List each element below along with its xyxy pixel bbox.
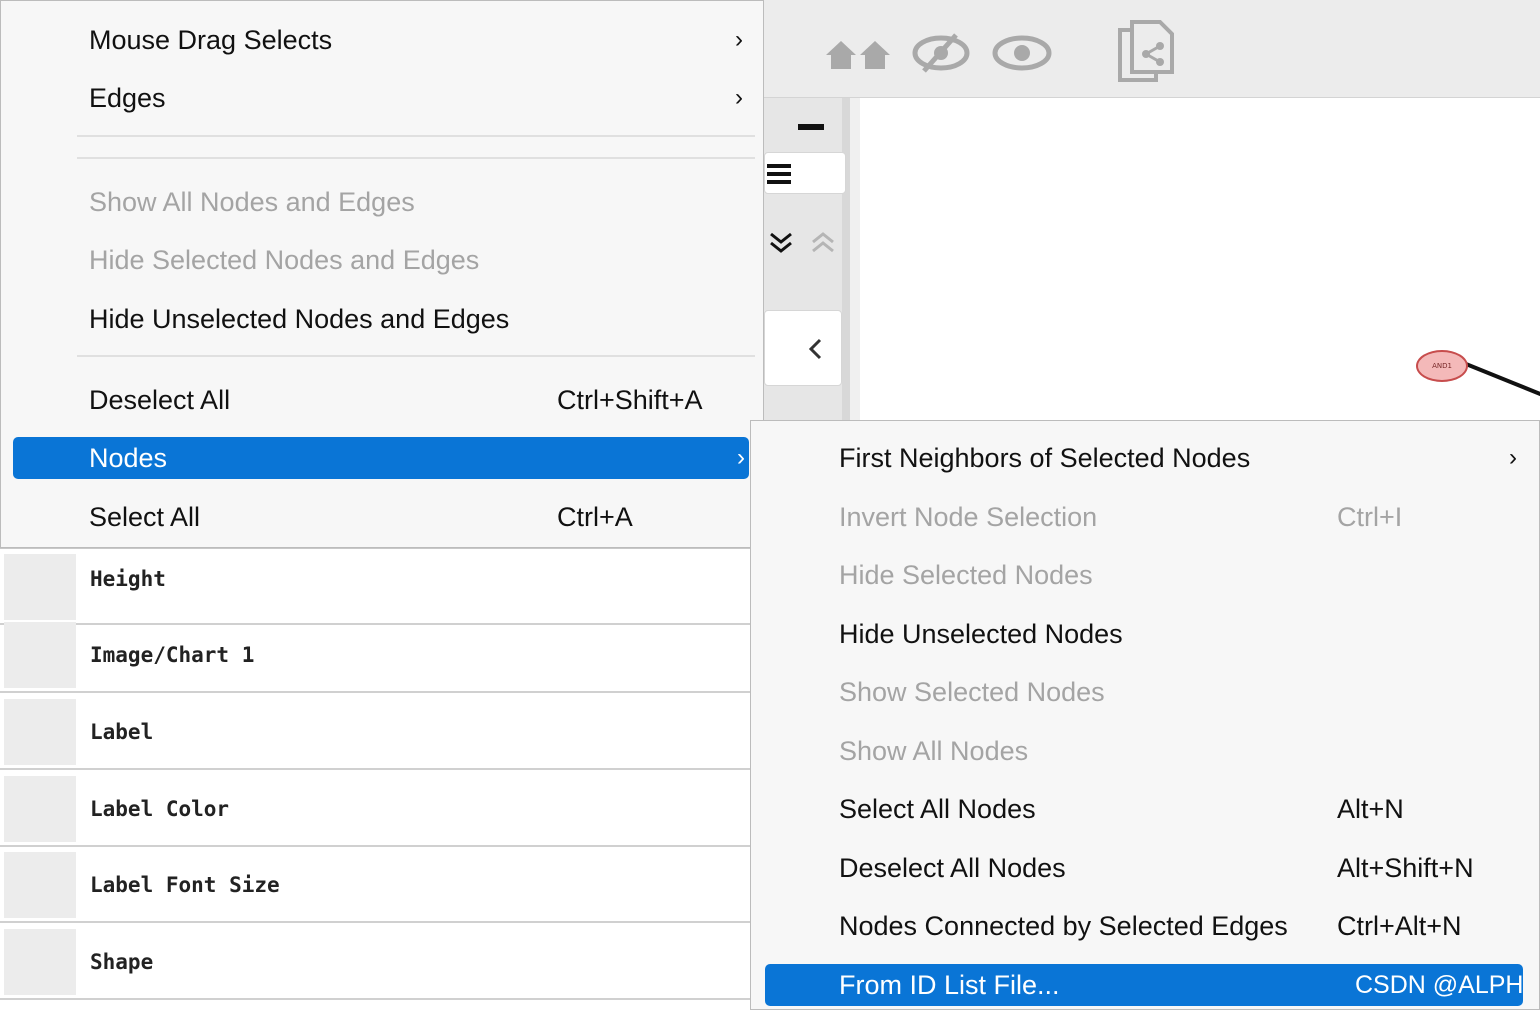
shortcut-text: Ctrl+Shift+A [557, 385, 703, 415]
network-edge[interactable] [1465, 362, 1540, 400]
chevron-right-icon: › [735, 26, 743, 53]
menu-item-first-neighbors[interactable]: First Neighbors of Selected Nodes › [751, 437, 1539, 479]
menu-separator [77, 157, 755, 159]
menu-item-show-selected-nodes[interactable]: Show Selected Nodes [751, 671, 1539, 713]
property-swatch[interactable] [4, 776, 76, 842]
property-swatch[interactable] [4, 929, 76, 995]
property-swatch[interactable] [4, 852, 76, 918]
property-swatch[interactable] [4, 554, 76, 620]
shortcut-text: Ctrl+I [1337, 502, 1403, 532]
property-name: Label [90, 720, 154, 744]
menu-separator [77, 135, 755, 137]
network-node[interactable]: AND1 [1416, 350, 1468, 382]
menu-item-hide-unselected-nodes[interactable]: Hide Unselected Nodes [751, 613, 1539, 655]
chevron-double-down-icon[interactable] [768, 230, 794, 256]
shortcut-text: Alt+N [1337, 794, 1404, 824]
hamburger-icon [767, 164, 791, 184]
menu-item-hide-selected-nodes-and-edges[interactable]: Hide Selected Nodes and Edges [1, 239, 763, 281]
menu-item-invert-node-selection[interactable]: Invert Node Selection Ctrl+I [751, 496, 1539, 538]
menu-item-select-all-nodes[interactable]: Select All Nodes Alt+N [751, 788, 1539, 830]
menu-separator [77, 355, 755, 357]
menu-item-from-id-list-file[interactable]: From ID List File... CSDN @ALPH [765, 964, 1523, 1006]
menu-item-edges[interactable]: Edges › [1, 77, 763, 119]
menu-item-select-all[interactable]: Select All Ctrl+A [1, 496, 763, 538]
watermark-text: CSDN @ALPH [1355, 971, 1524, 999]
style-properties-panel: Height Image/Chart 1 Label Label Color L… [0, 548, 750, 1010]
property-name: Label Font Size [90, 873, 280, 897]
chevron-right-icon: › [737, 444, 745, 471]
property-row[interactable]: Height [0, 549, 750, 625]
property-row[interactable]: Image/Chart 1 [0, 617, 750, 693]
menu-item-hide-selected-nodes[interactable]: Hide Selected Nodes [751, 554, 1539, 596]
property-name: Image/Chart 1 [90, 643, 255, 667]
network-canvas[interactable]: AND1 [860, 98, 1540, 428]
property-row[interactable]: Shape [0, 924, 750, 1000]
node-label: AND1 [1432, 362, 1452, 370]
menu-item-deselect-all-nodes[interactable]: Deselect All Nodes Alt+Shift+N [751, 847, 1539, 889]
shortcut-text: Alt+Shift+N [1337, 853, 1474, 883]
property-row[interactable]: Label [0, 694, 750, 770]
chevron-left-icon [808, 338, 822, 360]
property-swatch[interactable] [4, 699, 76, 765]
property-row[interactable]: Label Color [0, 771, 750, 847]
menu-item-deselect-all[interactable]: Deselect All Ctrl+Shift+A [1, 379, 763, 421]
property-name: Height [90, 567, 166, 591]
minus-icon[interactable] [798, 124, 824, 130]
menu-item-mouse-drag-selects[interactable]: Mouse Drag Selects › [1, 19, 763, 61]
property-name: Label Color [90, 797, 230, 821]
property-name: Shape [90, 950, 154, 974]
chevron-right-icon: › [735, 84, 743, 111]
shortcut-text: Ctrl+A [557, 502, 633, 532]
menu-item-show-all-nodes[interactable]: Show All Nodes [751, 730, 1539, 772]
network-export-icon[interactable] [1116, 18, 1176, 84]
network-toolbar [764, 0, 1540, 98]
chevron-double-up-icon[interactable] [810, 230, 836, 256]
menu-button[interactable] [764, 152, 846, 194]
hide-eye-icon[interactable] [912, 28, 970, 78]
menu-item-hide-unselected-nodes-and-edges[interactable]: Hide Unselected Nodes and Edges [1, 298, 763, 340]
property-swatch[interactable] [4, 622, 76, 688]
menu-item-show-all-nodes-and-edges[interactable]: Show All Nodes and Edges [1, 181, 763, 223]
home-icon[interactable] [824, 28, 894, 78]
collapse-panel-button[interactable] [764, 310, 842, 386]
property-row[interactable]: Label Font Size [0, 847, 750, 923]
tool-panel-strip [764, 98, 850, 428]
menu-item-nodes-connected-by-selected-edges[interactable]: Nodes Connected by Selected Edges Ctrl+A… [751, 905, 1539, 947]
shortcut-text: Ctrl+Alt+N [1337, 911, 1462, 941]
chevron-right-icon: › [1509, 444, 1517, 471]
show-eye-icon[interactable] [992, 28, 1052, 78]
menu-item-nodes[interactable]: Nodes › [13, 437, 749, 479]
select-context-menu: Mouse Drag Selects › Edges › Show All No… [0, 0, 764, 548]
nodes-submenu: First Neighbors of Selected Nodes › Inve… [750, 420, 1540, 1010]
